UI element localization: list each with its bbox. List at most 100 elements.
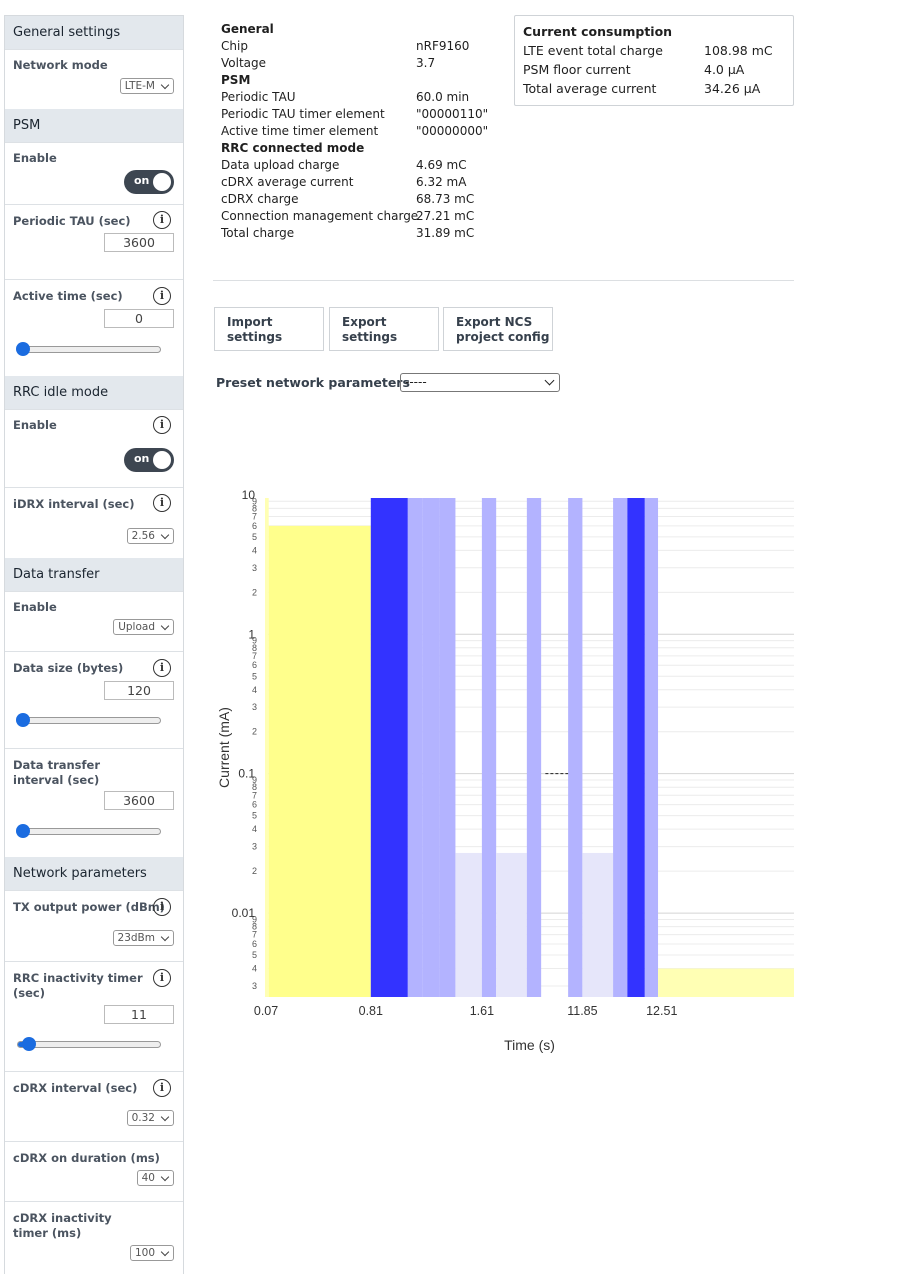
rrc-idle-enable-label: Enable: [13, 418, 57, 432]
y-minor-tick-label: 3: [252, 981, 257, 991]
info-icon[interactable]: i: [153, 287, 171, 305]
chart-bar: [582, 852, 614, 997]
psm-enable-toggle[interactable]: on: [124, 170, 174, 194]
summary-label: RRC connected mode: [221, 141, 365, 155]
rrc-idle-enable-param: Enable i on: [5, 409, 183, 487]
y-minor-tick-label: 4: [252, 964, 257, 974]
rrc-inactivity-slider[interactable]: [17, 1037, 161, 1051]
summary-label: cDRX average current: [221, 175, 354, 189]
cdrx-inactivity-param: cDRX inactivity timer (ms) 100: [5, 1201, 183, 1274]
info-icon[interactable]: i: [153, 659, 171, 677]
idrx-interval-select[interactable]: 2.56: [126, 528, 174, 544]
chart-bar: [496, 852, 527, 997]
slider-handle[interactable]: [16, 713, 30, 727]
periodic-tau-label: Periodic TAU (sec): [13, 214, 131, 228]
info-icon[interactable]: i: [153, 1079, 171, 1097]
rrc-idle-toggle-knob: [153, 451, 171, 469]
slider-handle[interactable]: [22, 1037, 37, 1051]
x-tick-label: 0.07: [254, 1004, 278, 1018]
cdrx-interval-select[interactable]: 0.32: [126, 1110, 174, 1126]
data-transfer-mode-select[interactable]: Upload: [113, 619, 174, 635]
data-interval-label: Data transfer interval (sec): [13, 758, 101, 787]
summary-value: 4.69 mC: [416, 158, 467, 172]
summary-value: nRF9160: [416, 39, 470, 53]
summary-label: Data upload charge: [221, 158, 340, 172]
tx-power-param: TX output power (dBm) i 23dBm: [5, 890, 183, 961]
rrc-inactivity-param: RRC inactivity timer (sec) i 11: [5, 961, 183, 1071]
y-minor-tick-label: 5: [252, 671, 257, 681]
y-minor-tick-label: 4: [252, 824, 257, 834]
data-transfer-header: Data transfer: [5, 558, 183, 591]
data-size-slider[interactable]: [16, 713, 161, 727]
info-icon[interactable]: i: [153, 494, 171, 512]
chart-bar: [613, 498, 628, 997]
y-minor-tick-label: 2: [252, 727, 257, 737]
y-minor-tick-label: 3: [252, 563, 257, 573]
cdrx-on-duration-param: cDRX on duration (ms) 40: [5, 1141, 183, 1201]
tx-power-select[interactable]: 23dBm: [112, 930, 174, 946]
x-tick-label: 11.85: [567, 1004, 597, 1018]
y-minor-tick-label: 3: [252, 702, 257, 712]
y-minor-tick-label: 4: [252, 545, 257, 555]
chart-bar: [370, 498, 408, 997]
info-icon[interactable]: i: [153, 898, 171, 916]
rrc-idle-toggle-text: on: [134, 452, 150, 465]
y-minor-tick-label: 3: [252, 842, 257, 852]
cdrx-on-duration-select[interactable]: 40: [136, 1170, 174, 1186]
data-interval-param: Data transfer interval (sec) 3600: [5, 748, 183, 857]
y-minor-tick-label: 5: [252, 811, 257, 821]
summary-label: PSM: [221, 73, 251, 87]
import-settings-button[interactable]: Import settings: [214, 307, 324, 351]
y-axis-title: Current (mA): [216, 707, 232, 788]
psm-enable-label: Enable: [13, 151, 57, 165]
network-mode-select[interactable]: LTE-M: [119, 78, 174, 94]
summary-label: Total charge: [221, 226, 295, 240]
data-transfer-enable-param: Enable Upload: [5, 591, 183, 651]
x-tick-label: 1.61: [470, 1004, 494, 1018]
y-tick-label: 0.1: [238, 767, 255, 781]
slider-handle[interactable]: [16, 342, 30, 356]
info-icon[interactable]: i: [153, 416, 171, 434]
x-tick-label: 0.81: [359, 1004, 383, 1018]
preset-network-label: Preset network parameters: [216, 375, 410, 390]
data-transfer-enable-label: Enable: [13, 600, 57, 614]
summary-label: cDRX charge: [221, 192, 299, 206]
summary-value: 60.0 min: [416, 90, 470, 104]
slider-handle[interactable]: [16, 824, 30, 838]
export-ncs-config-button[interactable]: Export NCS project config: [443, 307, 553, 351]
data-size-input[interactable]: 120: [104, 681, 174, 700]
tx-power-label: TX output power (dBm): [13, 900, 165, 914]
data-interval-input[interactable]: 3600: [104, 791, 174, 810]
summary-label: Periodic TAU timer element: [221, 107, 385, 121]
info-icon[interactable]: i: [153, 211, 171, 229]
summary-label: Active time timer element: [221, 124, 379, 138]
periodic-tau-input[interactable]: 3600: [104, 233, 174, 252]
y-minor-tick-label: 6: [252, 521, 257, 531]
section-divider: [213, 280, 794, 281]
preset-network-select[interactable]: -----: [400, 373, 560, 392]
psm-header: PSM: [5, 109, 183, 142]
cdrx-inactivity-select[interactable]: 100: [129, 1245, 174, 1261]
rrc-inactivity-input[interactable]: 11: [104, 1005, 174, 1024]
general-settings-header: General settings: [5, 16, 183, 49]
info-icon[interactable]: i: [153, 969, 171, 987]
x-axis-title: Time (s): [504, 1037, 555, 1053]
y-minor-tick-label: 4: [252, 685, 257, 695]
chart-bar: [644, 498, 659, 997]
network-parameters-header: Network parameters: [5, 857, 183, 890]
summary-value: 27.21 mC: [416, 209, 475, 223]
button-label-line: settings: [227, 330, 283, 344]
y-minor-tick-label: 2: [252, 866, 257, 876]
active-time-input[interactable]: 0: [104, 309, 174, 328]
button-label-line: Import: [227, 315, 273, 329]
consumption-label: LTE event total charge: [523, 43, 663, 58]
current-chart: 34567892345678923456789234567890.010.111…: [216, 490, 794, 1053]
y-minor-tick-label: 6: [252, 800, 257, 810]
data-interval-slider[interactable]: [16, 824, 161, 838]
export-settings-button[interactable]: Export settings: [329, 307, 439, 351]
rrc-idle-enable-toggle[interactable]: on: [124, 448, 174, 472]
y-minor-tick-label: 2: [252, 587, 257, 597]
chart-bar: [422, 498, 440, 997]
consumption-value: 108.98 mC: [704, 43, 773, 58]
active-time-slider[interactable]: [16, 342, 161, 356]
